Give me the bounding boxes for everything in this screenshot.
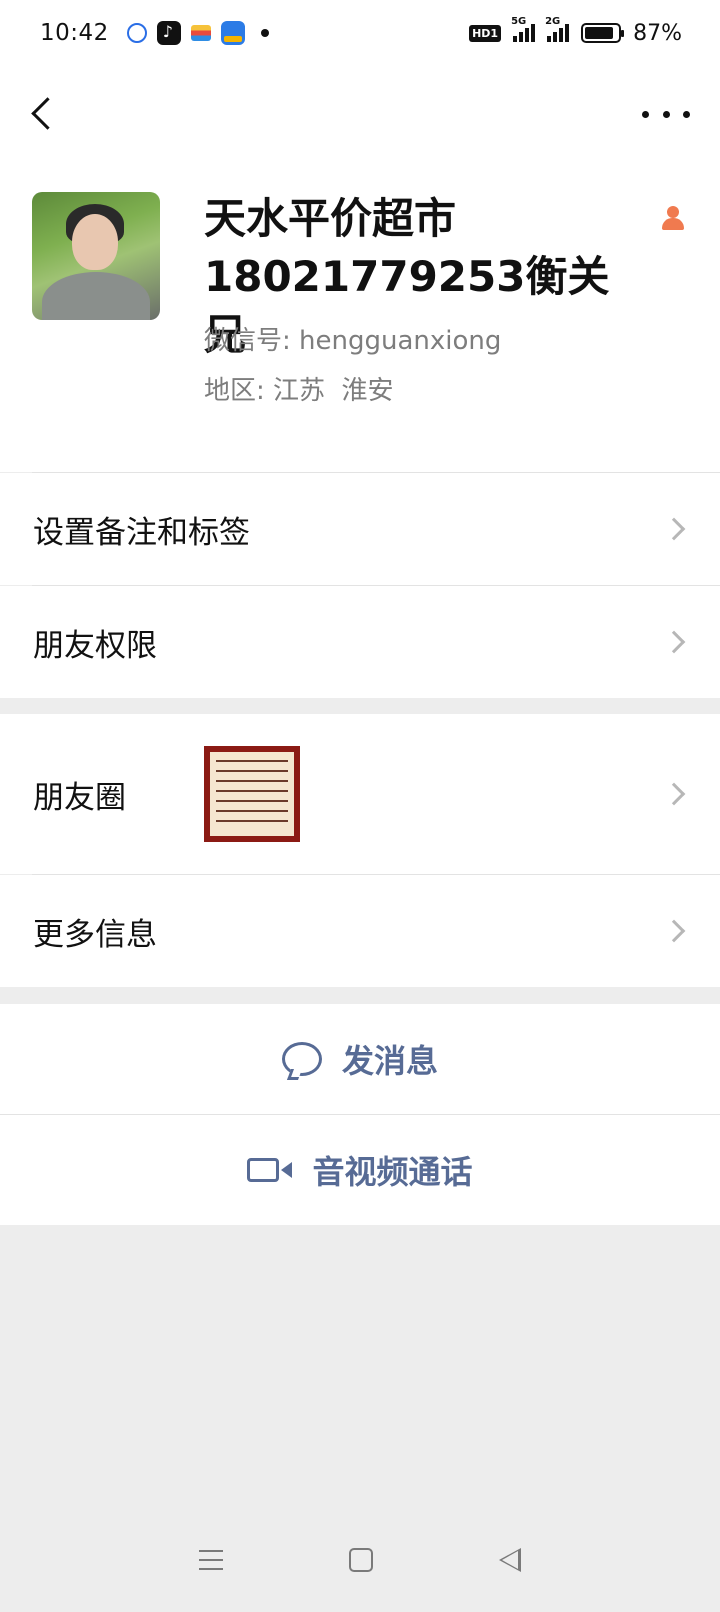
friend-permissions-row[interactable]: 朋友权限 [0, 586, 720, 698]
home-icon[interactable] [349, 1548, 373, 1572]
moments-label: 朋友圈 [33, 779, 126, 816]
notification-icons [126, 21, 269, 45]
video-camera-icon [247, 1158, 293, 1182]
chevron-right-icon [662, 782, 686, 806]
baidu-app-icon [126, 23, 147, 43]
battery-icon [581, 23, 625, 43]
wechat-id-line: 微信号: hengguanxiong [204, 320, 501, 357]
send-message-label: 发消息 [341, 1042, 438, 1080]
chat-bubble-icon [281, 1042, 322, 1076]
wechat-id-value: hengguanxiong [299, 326, 502, 356]
chevron-right-icon [662, 517, 686, 541]
system-back-icon[interactable] [499, 1548, 521, 1572]
avatar[interactable] [32, 192, 160, 320]
region-line: 地区: 江苏 淮安 [204, 370, 394, 407]
shop-app-icon [220, 21, 245, 45]
hd-icon: HD1 [469, 24, 502, 42]
wallet-app-icon [190, 25, 211, 41]
av-call-label: 音视频通话 [312, 1153, 473, 1191]
status-time: 10:42 [40, 20, 109, 46]
top-nav [0, 66, 720, 162]
moments-thumbnail [204, 746, 300, 842]
profile-header: 天水平价超市18021779253衡关兄 微信号: hengguanxiong … [0, 162, 720, 472]
remark-tags-label: 设置备注和标签 [33, 514, 250, 551]
battery-percent: 87% [633, 20, 682, 46]
region-value: 江苏 淮安 [273, 376, 394, 406]
region-label: 地区: [204, 376, 265, 406]
chevron-right-icon [662, 919, 686, 943]
send-message-button[interactable]: 发消息 [0, 1004, 720, 1114]
signal-5g-icon: 5G [511, 16, 536, 42]
status-bar: 10:42 HD1 5G 2G 87% [0, 0, 720, 66]
back-icon[interactable] [24, 88, 64, 136]
signal-2g-icon: 2G [545, 16, 570, 42]
chevron-right-icon [662, 630, 686, 654]
remark-tags-row[interactable]: 设置备注和标签 [0, 473, 720, 585]
female-gender-icon [660, 206, 686, 232]
moments-row[interactable]: 朋友圈 [0, 714, 720, 874]
friend-permissions-label: 朋友权限 [33, 627, 157, 664]
more-info-label: 更多信息 [33, 916, 157, 953]
recent-apps-icon[interactable] [199, 1550, 223, 1570]
battery-fill [585, 27, 613, 39]
status-right: HD1 5G 2G 87% [469, 16, 682, 46]
tiktok-app-icon [156, 21, 181, 45]
more-options-icon[interactable] [642, 94, 690, 134]
wechat-id-label: 微信号: [204, 326, 291, 356]
more-notifications-dot-icon [260, 29, 269, 37]
system-nav-bar [0, 1508, 720, 1612]
more-info-row[interactable]: 更多信息 [0, 875, 720, 987]
av-call-button[interactable]: 音视频通话 [0, 1115, 720, 1225]
